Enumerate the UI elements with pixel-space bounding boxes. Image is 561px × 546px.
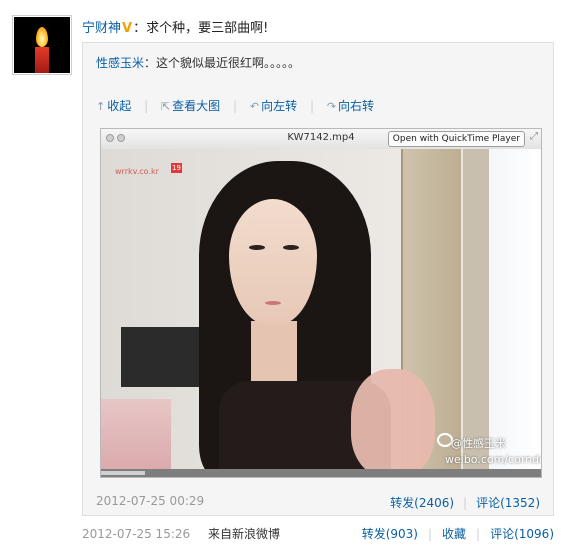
post-comment-link[interactable]: 评论(1096): [490, 527, 554, 541]
video-progress-fill: [101, 471, 145, 475]
collapse-label: 收起: [107, 99, 132, 113]
repost-author-link[interactable]: 性感玉米: [96, 56, 144, 70]
action-divider: |: [476, 527, 481, 541]
view-large-button[interactable]: ⇱ 查看大图: [161, 97, 220, 114]
post-timestamp[interactable]: 2012-07-25 15:26: [82, 527, 190, 541]
post-favorite-link[interactable]: 收藏: [442, 527, 466, 541]
expand-icon[interactable]: ⤢: [530, 131, 538, 142]
repost-body: 性感玉米：这个貌似最近很红啊。。。。。: [96, 54, 300, 71]
toolbar-divider: |: [309, 99, 314, 113]
candle-icon: [35, 47, 49, 73]
video-person-face: [229, 199, 317, 325]
video-scene-window: [489, 149, 541, 477]
media-toolbar: ↑ 收起 | ⇱ 查看大图 | ↶ 向左转 | ↷ 向右转: [96, 97, 374, 114]
repost-repost-link[interactable]: 转发(2406): [390, 496, 454, 510]
tv-channel-logo: wrrkv.co.kr: [115, 167, 159, 176]
rotate-right-button[interactable]: ↷ 向右转: [327, 97, 374, 114]
arrow-up-icon: ↑: [96, 100, 106, 113]
video-person-eye: [283, 245, 299, 250]
view-large-label: 查看大图: [172, 99, 221, 113]
video-person-eye: [249, 245, 265, 250]
collapse-button[interactable]: ↑ 收起: [96, 97, 131, 114]
post-actions: 转发(903) | 收藏 | 评论(1096): [362, 525, 554, 542]
watermark-username: @性感玉米: [451, 437, 506, 450]
toolbar-divider: |: [233, 99, 238, 113]
post-footer: 2012-07-25 15:26 来自新浪微博 转发(903) | 收藏 | 评论(10…: [82, 525, 554, 542]
repost-timestamp[interactable]: 2012-07-25 00:29: [96, 494, 204, 508]
post-header: 宁财神V：求个种，要三部曲啊!: [82, 17, 268, 36]
video-person-hand: [351, 369, 435, 477]
external-link-icon: ⇱: [160, 100, 171, 113]
post-text: ：求个种，要三部曲啊!: [133, 21, 269, 36]
repost-footer: 2012-07-25 00:29 转发(2406) | 评论(1352): [96, 494, 540, 511]
toolbar-divider: |: [144, 99, 149, 113]
rotate-left-label: 向左转: [261, 99, 298, 113]
video-progress-bar[interactable]: [101, 469, 541, 477]
post-repost-link[interactable]: 转发(903): [362, 527, 418, 541]
video-scene-frame: [463, 149, 489, 477]
player-titlebar: KW7142.mp4 Open with QuickTime Player ⤢: [101, 129, 541, 150]
rotate-right-icon: ↷: [326, 100, 337, 113]
action-divider: |: [427, 527, 433, 541]
video-player[interactable]: KW7142.mp4 Open with QuickTime Player ⤢ …: [100, 128, 542, 478]
reposted-content: 性感玉米：这个貌似最近很红啊。。。。。 ↑ 收起 | ⇱ 查看大图 | ↶ 向左转 |…: [82, 42, 554, 516]
video-scene-bed: [101, 399, 171, 477]
repost-actions: 转发(2406) | 评论(1352): [390, 494, 540, 511]
video-frame[interactable]: wrrkv.co.kr 19 @性感玉米 weibo.com/corndog: [101, 149, 541, 477]
post-source[interactable]: 来自新浪微博: [208, 527, 280, 541]
watermark-url: weibo.com/corndog: [445, 453, 541, 466]
repost-comment-link[interactable]: 评论(1352): [476, 496, 540, 510]
rotate-left-icon: ↶: [249, 100, 260, 113]
repost-text: ：这个貌似最近很红啊。。。。。: [144, 56, 301, 70]
rotate-left-button[interactable]: ↶ 向左转: [250, 97, 297, 114]
video-scene-monitor: [121, 327, 201, 387]
candle-avatar-image: [14, 17, 70, 73]
video-person-mouth: [265, 301, 281, 305]
verified-badge-icon: V: [122, 21, 133, 36]
flame-icon: [36, 27, 48, 47]
rotate-right-label: 向右转: [338, 99, 375, 113]
post-author-link[interactable]: 宁财神: [82, 21, 121, 36]
age-rating-badge: 19: [171, 163, 182, 173]
action-divider: |: [463, 496, 468, 510]
avatar[interactable]: [12, 15, 72, 75]
open-quicktime-button[interactable]: Open with QuickTime Player: [387, 131, 525, 147]
